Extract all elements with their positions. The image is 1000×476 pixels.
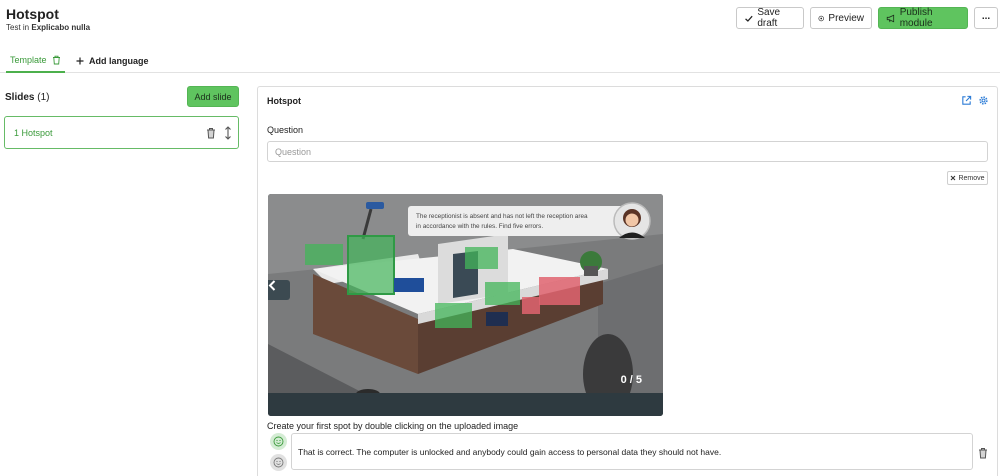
add-slide-button[interactable]: Add slide bbox=[187, 86, 239, 107]
slides-heading: Slides (1) bbox=[5, 92, 49, 103]
publish-module-button[interactable]: Publish module bbox=[878, 7, 968, 29]
slide-editor-panel: Hotspot Question Remove bbox=[257, 86, 998, 476]
remove-image-button[interactable]: Remove bbox=[947, 171, 988, 185]
more-options-button[interactable]: ... bbox=[974, 7, 998, 29]
drag-handle-icon[interactable] bbox=[224, 126, 232, 140]
slide-list-item[interactable]: 1 Hotspot bbox=[4, 116, 239, 149]
close-icon bbox=[951, 175, 956, 181]
publish-module-label: Publish module bbox=[899, 7, 933, 29]
question-input[interactable] bbox=[267, 141, 988, 162]
trash-icon[interactable] bbox=[978, 447, 988, 459]
feedback-textarea[interactable]: That is correct. The computer is unlocke… bbox=[291, 433, 973, 470]
add-language-button[interactable]: Add language bbox=[76, 48, 149, 73]
subtitle-prefix: Test in bbox=[6, 23, 30, 32]
slide-item-label: 1 Hotspot bbox=[14, 128, 53, 138]
add-language-label: Add language bbox=[89, 55, 149, 66]
check-icon bbox=[745, 15, 753, 22]
spot-counter: 0 / 5 bbox=[620, 374, 642, 386]
scene-caption-line1: The receptionist is absent and has not l… bbox=[416, 213, 588, 220]
trash-icon[interactable] bbox=[52, 55, 61, 65]
save-draft-label: Save draft bbox=[757, 7, 781, 29]
scene-caption-line2: in accordance with the rules. Find five … bbox=[416, 223, 543, 230]
page-title: Hotspot bbox=[6, 6, 59, 22]
remove-label: Remove bbox=[958, 174, 985, 182]
eye-icon bbox=[818, 15, 824, 21]
save-draft-button[interactable]: Save draft bbox=[736, 7, 804, 29]
hotspot-image-stage[interactable]: The receptionist is absent and has not l… bbox=[268, 194, 663, 416]
slides-label: Slides bbox=[5, 92, 35, 103]
megaphone-icon bbox=[886, 14, 895, 22]
gear-icon[interactable] bbox=[978, 95, 989, 106]
tab-template-label: Template bbox=[10, 54, 47, 65]
slides-count: (1) bbox=[37, 92, 50, 103]
subtitle-course: Explicabo nulla bbox=[31, 23, 91, 32]
plus-icon bbox=[76, 57, 84, 64]
trash-icon[interactable] bbox=[206, 127, 216, 139]
smiley-icon bbox=[273, 436, 284, 447]
more-options-label: ... bbox=[981, 10, 991, 22]
feedback-text: That is correct. The computer is unlocke… bbox=[298, 447, 722, 457]
page-subtitle: Test in Explicabo nulla bbox=[6, 23, 90, 32]
external-link-icon[interactable] bbox=[961, 95, 972, 106]
feedback-positive-button[interactable] bbox=[270, 433, 287, 450]
chevron-left-icon bbox=[268, 280, 276, 291]
top-header: Hotspot Test in Explicabo nulla Save dra… bbox=[0, 0, 1000, 40]
hotspot-hint: Create your first spot by double clickin… bbox=[267, 421, 519, 431]
tab-template[interactable]: Template bbox=[6, 48, 65, 73]
add-slide-label: Add slide bbox=[194, 91, 232, 102]
preview-label: Preview bbox=[828, 12, 864, 24]
editor-title: Hotspot bbox=[267, 96, 301, 106]
question-label: Question bbox=[267, 125, 304, 135]
neutral-face-icon bbox=[273, 457, 284, 468]
previous-spot-button[interactable] bbox=[268, 280, 290, 300]
reception-scene-image: The receptionist is absent and has not l… bbox=[268, 194, 663, 416]
preview-button[interactable]: Preview bbox=[810, 7, 872, 29]
feedback-neutral-button[interactable] bbox=[270, 454, 287, 471]
language-tabs: Template Add language bbox=[0, 48, 1000, 73]
stage-footer-bar bbox=[268, 393, 663, 416]
